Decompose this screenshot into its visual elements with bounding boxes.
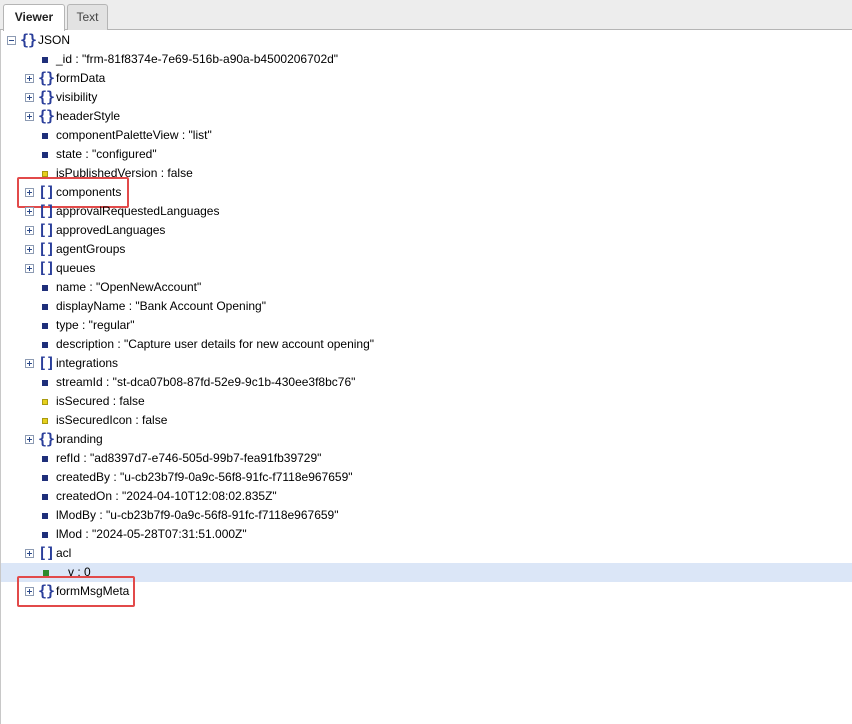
tree-node[interactable]: [] approvalRequestedLanguages	[1, 202, 852, 221]
expand-toggle-icon[interactable]	[25, 359, 34, 368]
tree-leaf[interactable]: name : "OpenNewAccount"	[1, 278, 852, 297]
string-value-icon	[42, 323, 48, 329]
expand-toggle-icon[interactable]	[25, 93, 34, 102]
tree-leaf-label: description : "Capture user details for …	[56, 337, 375, 351]
tree-leaf-label: type : "regular"	[56, 318, 135, 332]
tree-leaf[interactable]: refId : "ad8397d7-e746-505d-99b7-fea91fb…	[1, 449, 852, 468]
string-value-icon	[42, 342, 48, 348]
collapse-toggle-icon[interactable]	[7, 36, 16, 45]
tree-node[interactable]: {} branding	[1, 430, 852, 449]
tree-leaf-label: lMod : "2024-05-28T07:31:51.000Z"	[56, 527, 247, 541]
string-value-icon	[42, 380, 48, 386]
tree-leaf-label: displayName : "Bank Account Opening"	[56, 299, 266, 313]
boolean-value-icon	[42, 399, 48, 405]
tree-node-label: headerStyle	[56, 109, 121, 123]
string-value-icon	[42, 532, 48, 538]
tree-leaf[interactable]: lModBy : "u-cb23b7f9-0a9c-56f8-91fc-f711…	[1, 506, 852, 525]
tree-node[interactable]: [] components	[1, 177, 852, 208]
tab-text[interactable]: Text	[67, 4, 108, 30]
array-icon: []	[38, 354, 55, 372]
highlight-box	[17, 576, 136, 607]
tree-leaf-label: isSecured : false	[56, 394, 145, 408]
expand-toggle-icon[interactable]	[25, 245, 34, 254]
tree-node[interactable]: [] approvedLanguages	[1, 221, 852, 240]
string-value-icon	[42, 133, 48, 139]
tree-node-label: visibility	[56, 90, 98, 104]
tree-node[interactable]: {} formMsgMeta	[1, 576, 852, 607]
expand-toggle-icon[interactable]	[25, 435, 34, 444]
tree-leaf-label: refId : "ad8397d7-e746-505d-99b7-fea91fb…	[56, 451, 322, 465]
expand-toggle-icon[interactable]	[25, 264, 34, 273]
tree-leaf[interactable]: isSecured : false	[1, 392, 852, 411]
tree-leaf[interactable]: state : "configured"	[1, 145, 852, 164]
tree-node-label: acl	[56, 546, 72, 560]
tree-leaf[interactable]: description : "Capture user details for …	[1, 335, 852, 354]
array-icon: []	[38, 202, 55, 220]
expand-toggle-icon[interactable]	[25, 549, 34, 558]
tree-node[interactable]: {} headerStyle	[1, 107, 852, 126]
tree-node-label: integrations	[56, 356, 119, 370]
boolean-value-icon	[42, 418, 48, 424]
tree-node[interactable]: [] acl	[1, 544, 852, 563]
string-value-icon	[42, 304, 48, 310]
object-icon: {}	[38, 107, 55, 125]
tree-leaf-label: componentPaletteView : "list"	[56, 128, 212, 142]
tree-node[interactable]: [] queues	[1, 259, 852, 278]
tree-node[interactable]: {} formData	[1, 69, 852, 88]
object-icon: {}	[38, 69, 55, 87]
tree-node-label: agentGroups	[56, 242, 126, 256]
tree-node[interactable]: {} visibility	[1, 88, 852, 107]
tree-leaf-label: streamId : "st-dca07b08-87fd-52e9-9c1b-4…	[56, 375, 356, 389]
string-value-icon	[42, 285, 48, 291]
string-value-icon	[42, 456, 48, 462]
array-icon: []	[38, 259, 55, 277]
tree-leaf-label: isSecuredIcon : false	[56, 413, 168, 427]
tree-node[interactable]: [] agentGroups	[1, 240, 852, 259]
string-value-icon	[42, 494, 48, 500]
array-icon: []	[38, 221, 55, 239]
tree-leaf[interactable]: displayName : "Bank Account Opening"	[1, 297, 852, 316]
object-icon: {}	[20, 31, 37, 49]
object-icon: {}	[38, 430, 55, 448]
expand-toggle-icon[interactable]	[25, 112, 34, 121]
tree-leaf-label: lModBy : "u-cb23b7f9-0a9c-56f8-91fc-f711…	[56, 508, 339, 522]
tree-leaf[interactable]: type : "regular"	[1, 316, 852, 335]
tree-root[interactable]: {} JSON	[1, 31, 852, 50]
tree-leaf[interactable]: lMod : "2024-05-28T07:31:51.000Z"	[1, 525, 852, 544]
array-icon: []	[38, 240, 55, 258]
object-icon: {}	[38, 88, 55, 106]
tree-leaf[interactable]: createdOn : "2024-04-10T12:08:02.835Z"	[1, 487, 852, 506]
tree-leaf-label: createdBy : "u-cb23b7f9-0a9c-56f8-91fc-f…	[56, 470, 353, 484]
tree-node-label: queues	[56, 261, 96, 275]
tree-leaf[interactable]: componentPaletteView : "list"	[1, 126, 852, 145]
tree-node-label: branding	[56, 432, 103, 446]
tree-leaf-label: state : "configured"	[56, 147, 157, 161]
tree-node-label: approvedLanguages	[56, 223, 166, 237]
tree-leaf-label: createdOn : "2024-04-10T12:08:02.835Z"	[56, 489, 277, 503]
string-value-icon	[42, 513, 48, 519]
array-icon: []	[38, 544, 55, 562]
tree-leaf[interactable]: _id : "frm-81f8374e-7e69-516b-a90a-b4500…	[1, 50, 852, 69]
tree-leaf-label: name : "OpenNewAccount"	[56, 280, 202, 294]
tree-leaf[interactable]: isSecuredIcon : false	[1, 411, 852, 430]
tree-leaf[interactable]: createdBy : "u-cb23b7f9-0a9c-56f8-91fc-f…	[1, 468, 852, 487]
tab-bar: Viewer Text	[0, 0, 852, 31]
string-value-icon	[42, 57, 48, 63]
tree-node-label: formData	[56, 71, 106, 85]
expand-toggle-icon[interactable]	[25, 74, 34, 83]
tab-viewer[interactable]: Viewer	[3, 4, 65, 31]
string-value-icon	[42, 475, 48, 481]
json-tree-panel: {} JSON _id : "frm-81f8374e-7e69-516b-a90a…	[0, 30, 852, 724]
string-value-icon	[42, 152, 48, 158]
expand-toggle-icon[interactable]	[25, 226, 34, 235]
tree-leaf-label: _id : "frm-81f8374e-7e69-516b-a90a-b4500…	[56, 52, 339, 66]
tree-root-label: JSON	[38, 33, 71, 47]
tree-leaf[interactable]: streamId : "st-dca07b08-87fd-52e9-9c1b-4…	[1, 373, 852, 392]
tree-node[interactable]: [] integrations	[1, 354, 852, 373]
tree-node-label: approvalRequestedLanguages	[56, 204, 220, 218]
expand-toggle-icon[interactable]	[25, 207, 34, 216]
